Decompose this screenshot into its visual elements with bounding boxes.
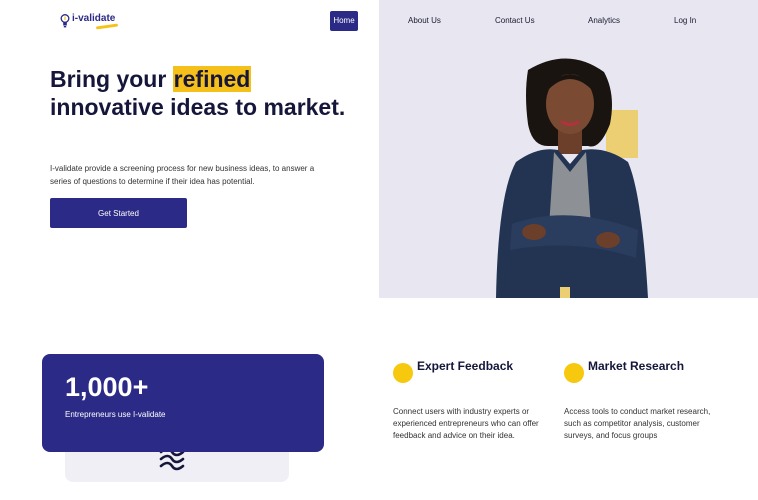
headline-part-1: Bring your — [50, 66, 173, 92]
logo-text: i-validate — [72, 13, 116, 24]
nav-contact-us[interactable]: Contact Us — [495, 11, 535, 31]
nav-home[interactable]: Home — [330, 11, 358, 31]
feature-desc-market-research: Access tools to conduct market research,… — [564, 407, 711, 440]
nav-about-us[interactable]: About Us — [408, 11, 441, 31]
feature-desc-expert-feedback: Connect users with industry experts or e… — [393, 407, 539, 440]
hero-headline: Bring your refined innovative ideas to m… — [50, 66, 350, 121]
headline-part-2: innovative ideas to market. — [50, 93, 346, 120]
hero-description: I-validate provide a screening process f… — [50, 164, 315, 186]
nav-analytics[interactable]: Analytics — [588, 11, 620, 31]
expert-feedback-dot-icon — [393, 363, 413, 383]
headline-highlight: refined — [172, 66, 252, 92]
lightbulb-icon — [60, 13, 70, 29]
stats-number: 1,000+ — [65, 372, 149, 402]
nav-log-in[interactable]: Log In — [674, 11, 696, 31]
feature-title-market-research: Market Research — [588, 359, 685, 373]
market-research-dot-icon — [564, 363, 584, 383]
hero-portrait-image — [496, 58, 648, 298]
stats-label: Entrepreneurs use I-validate — [65, 410, 166, 419]
logo[interactable]: i-validate — [60, 12, 115, 32]
feature-title-expert-feedback: Expert Feedback — [417, 359, 514, 373]
get-started-button[interactable]: Get Started — [50, 198, 187, 228]
